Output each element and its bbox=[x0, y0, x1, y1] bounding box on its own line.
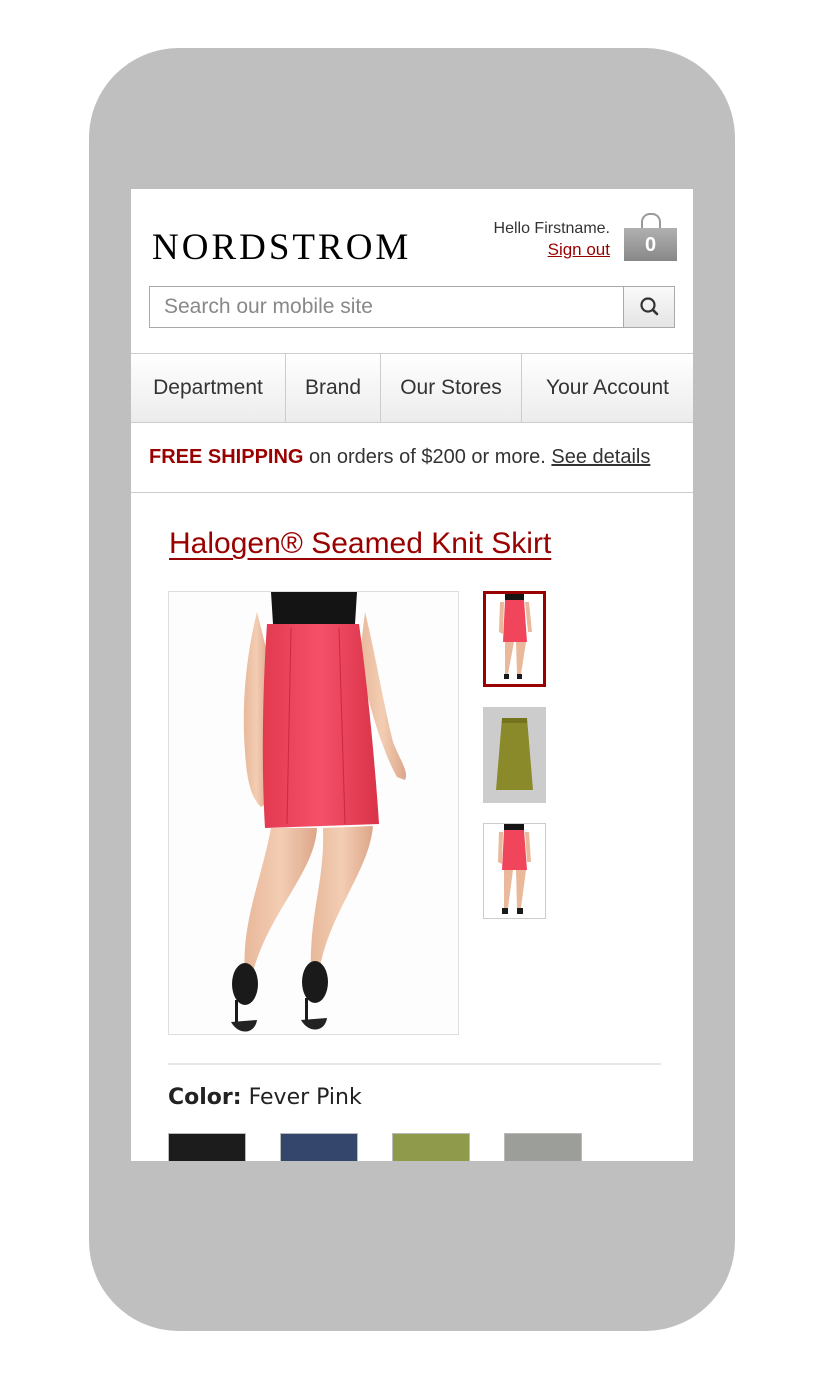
search-input[interactable] bbox=[150, 287, 624, 327]
swatch-olive[interactable] bbox=[392, 1133, 470, 1161]
search-button[interactable] bbox=[623, 287, 674, 327]
greeting-text: Hello Firstname. bbox=[493, 220, 610, 237]
main-product-image[interactable] bbox=[168, 591, 459, 1035]
promo-text: on orders of $200 or more. bbox=[303, 446, 552, 468]
shopping-bag-button[interactable]: 0 bbox=[624, 213, 677, 261]
thumbnail-image bbox=[499, 594, 532, 679]
search-icon bbox=[640, 297, 659, 316]
section-divider bbox=[131, 492, 693, 493]
thumbnail-flat-view[interactable] bbox=[483, 707, 546, 803]
thumbnail-back-view[interactable] bbox=[483, 823, 546, 919]
swatch-gray[interactable] bbox=[504, 1133, 582, 1161]
thumbnail-front-view[interactable] bbox=[483, 591, 546, 687]
nav-tab-brand[interactable]: Brand bbox=[286, 354, 381, 422]
color-label: Color: bbox=[168, 1085, 242, 1110]
main-nav: Department Brand Our Stores Your Account bbox=[131, 353, 693, 423]
product-divider bbox=[168, 1063, 661, 1065]
nordstrom-logo[interactable]: NORDSTROM bbox=[152, 229, 411, 266]
nav-tab-your-account[interactable]: Your Account bbox=[522, 354, 693, 422]
color-selection: Color: Fever Pink bbox=[168, 1085, 362, 1110]
sign-out-link[interactable]: Sign out bbox=[548, 240, 610, 260]
nav-tab-department[interactable]: Department bbox=[131, 354, 286, 422]
swatch-black[interactable] bbox=[168, 1133, 246, 1161]
swatch-navy[interactable] bbox=[280, 1133, 358, 1161]
thumbnail-image bbox=[498, 824, 531, 914]
mobile-screen: NORDSTROM Hello Firstname. Sign out 0 De… bbox=[131, 189, 693, 1161]
free-shipping-highlight: FREE SHIPPING bbox=[149, 446, 304, 468]
thumbnail-image bbox=[496, 718, 533, 790]
search-bar bbox=[149, 286, 675, 328]
skirt-model-image bbox=[231, 592, 407, 1032]
color-value: Fever Pink bbox=[248, 1085, 362, 1110]
product-title[interactable]: Halogen® Seamed Knit Skirt bbox=[169, 527, 551, 561]
free-shipping-banner: FREE SHIPPING on orders of $200 or more.… bbox=[149, 446, 650, 469]
nav-tab-our-stores[interactable]: Our Stores bbox=[381, 354, 522, 422]
bag-count: 0 bbox=[624, 228, 677, 261]
see-details-link[interactable]: See details bbox=[551, 446, 650, 468]
